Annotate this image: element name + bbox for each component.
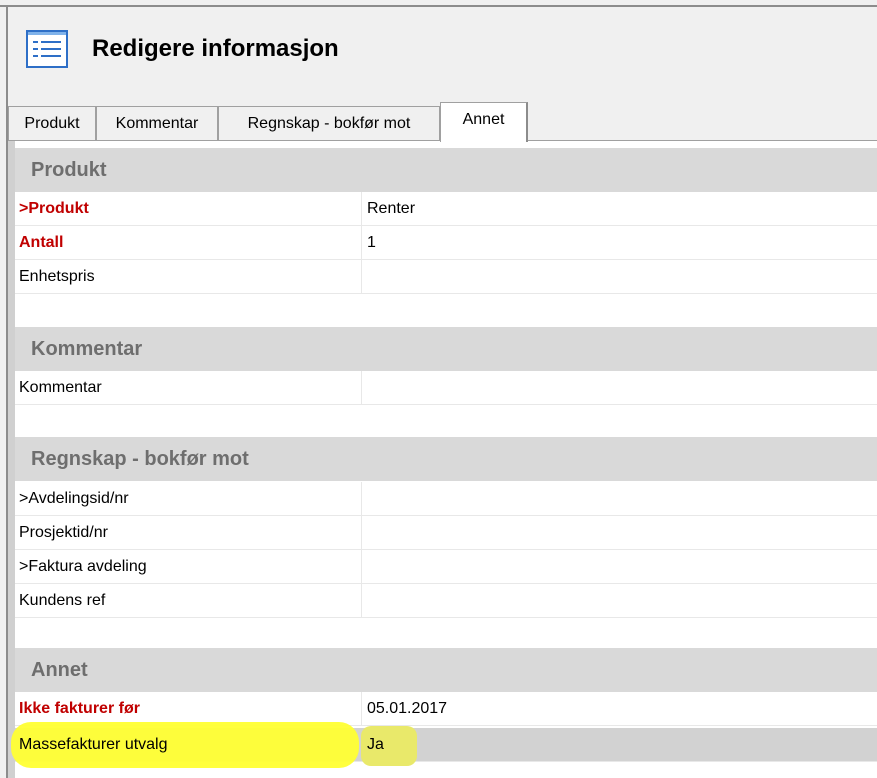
section-header-produkt[interactable]: Produkt <box>15 148 877 192</box>
tab-annet[interactable]: Annet <box>440 102 528 142</box>
row-enhetspris[interactable]: Enhetspris <box>15 260 877 294</box>
row-label: >Produkt <box>19 200 89 217</box>
row-label: Kommentar <box>19 379 102 396</box>
dialog-header: Redigere informasjon <box>8 8 877 96</box>
row-avdelingsid[interactable]: >Avdelingsid/nr <box>15 482 877 516</box>
section-header-annet[interactable]: Annet <box>15 648 877 692</box>
column-divider <box>361 226 362 259</box>
row-faktura-avdeling[interactable]: >Faktura avdeling <box>15 550 877 584</box>
row-value[interactable]: Renter <box>367 192 415 226</box>
row-label: >Faktura avdeling <box>19 558 147 575</box>
row-label: Ikke fakturer før <box>19 700 140 717</box>
row-produkt[interactable]: >Produkt Renter <box>15 192 877 226</box>
property-grid-margin <box>8 141 15 778</box>
column-divider <box>361 371 362 404</box>
row-label: >Avdelingsid/nr <box>19 490 129 507</box>
tab-produkt[interactable]: Produkt <box>8 106 96 140</box>
row-value[interactable]: Ja <box>367 728 384 762</box>
row-label: Massefakturer utvalg <box>19 736 168 753</box>
tab-regnskap[interactable]: Regnskap - bokfør mot <box>218 106 440 140</box>
row-label: Antall <box>19 234 64 251</box>
column-divider <box>361 516 362 549</box>
section-header-kommentar[interactable]: Kommentar <box>15 327 877 371</box>
row-label: Kundens ref <box>19 592 106 609</box>
row-label: Enhetspris <box>19 268 95 285</box>
row-value[interactable]: 1 <box>367 226 376 260</box>
row-kommentar[interactable]: Kommentar <box>15 371 877 405</box>
row-value[interactable]: 05.01.2017 <box>367 692 447 726</box>
column-divider <box>361 482 362 515</box>
column-divider <box>361 192 362 225</box>
list-form-icon <box>26 30 68 68</box>
row-label: Prosjektid/nr <box>19 524 108 541</box>
row-prosjektid[interactable]: Prosjektid/nr <box>15 516 877 550</box>
column-divider <box>361 260 362 293</box>
window-top-border <box>0 0 877 8</box>
section-header-regnskap[interactable]: Regnskap - bokfør mot <box>15 437 877 481</box>
column-divider <box>361 584 362 617</box>
dialog-title: Redigere informasjon <box>92 35 339 62</box>
row-kundens-ref[interactable]: Kundens ref <box>15 584 877 618</box>
column-divider <box>361 550 362 583</box>
row-ikke-fakturer-for[interactable]: Ikke fakturer før 05.01.2017 <box>15 692 877 726</box>
row-antall[interactable]: Antall 1 <box>15 226 877 260</box>
column-divider <box>361 692 362 725</box>
row-massefakturer-utvalg[interactable]: Massefakturer utvalg Ja <box>11 722 877 768</box>
tab-kommentar[interactable]: Kommentar <box>96 106 218 140</box>
